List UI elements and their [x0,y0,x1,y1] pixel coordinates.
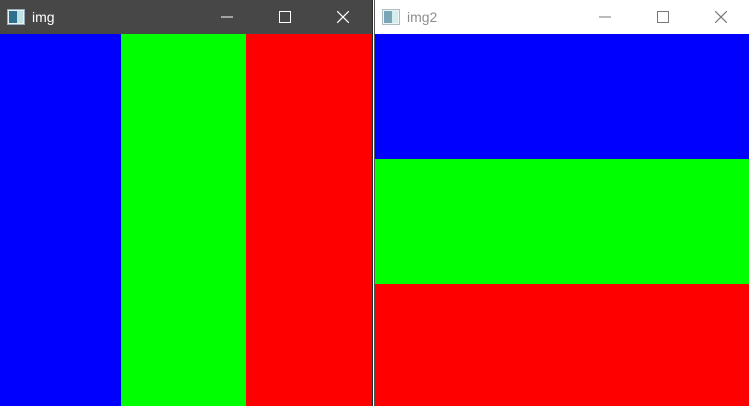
red-stripe [246,34,372,406]
close-button[interactable] [314,0,372,34]
minimize-icon [599,16,611,18]
maximize-button[interactable] [634,0,692,34]
image-canvas [375,34,749,406]
window-title: img [32,9,55,25]
blue-stripe [375,34,749,159]
app-window-icon [7,9,25,25]
app-window-icon [382,9,400,25]
blue-stripe [0,34,121,406]
window-controls [576,0,749,34]
maximize-icon [657,11,669,23]
window-img2[interactable]: img2 [374,0,749,406]
window-img[interactable]: img [0,0,373,406]
window-titlebar[interactable]: img2 [375,0,749,34]
green-stripe [121,34,246,406]
window-titlebar[interactable]: img [0,0,372,34]
window-title: img2 [407,9,438,25]
green-stripe [375,159,749,284]
minimize-button[interactable] [576,0,634,34]
close-button[interactable] [692,0,749,34]
red-stripe [375,284,749,406]
close-icon [337,11,349,23]
window-controls [198,0,372,34]
minimize-button[interactable] [198,0,256,34]
minimize-icon [221,16,233,18]
maximize-icon [279,11,291,23]
maximize-button[interactable] [256,0,314,34]
image-canvas [0,34,372,406]
close-icon [715,11,727,23]
